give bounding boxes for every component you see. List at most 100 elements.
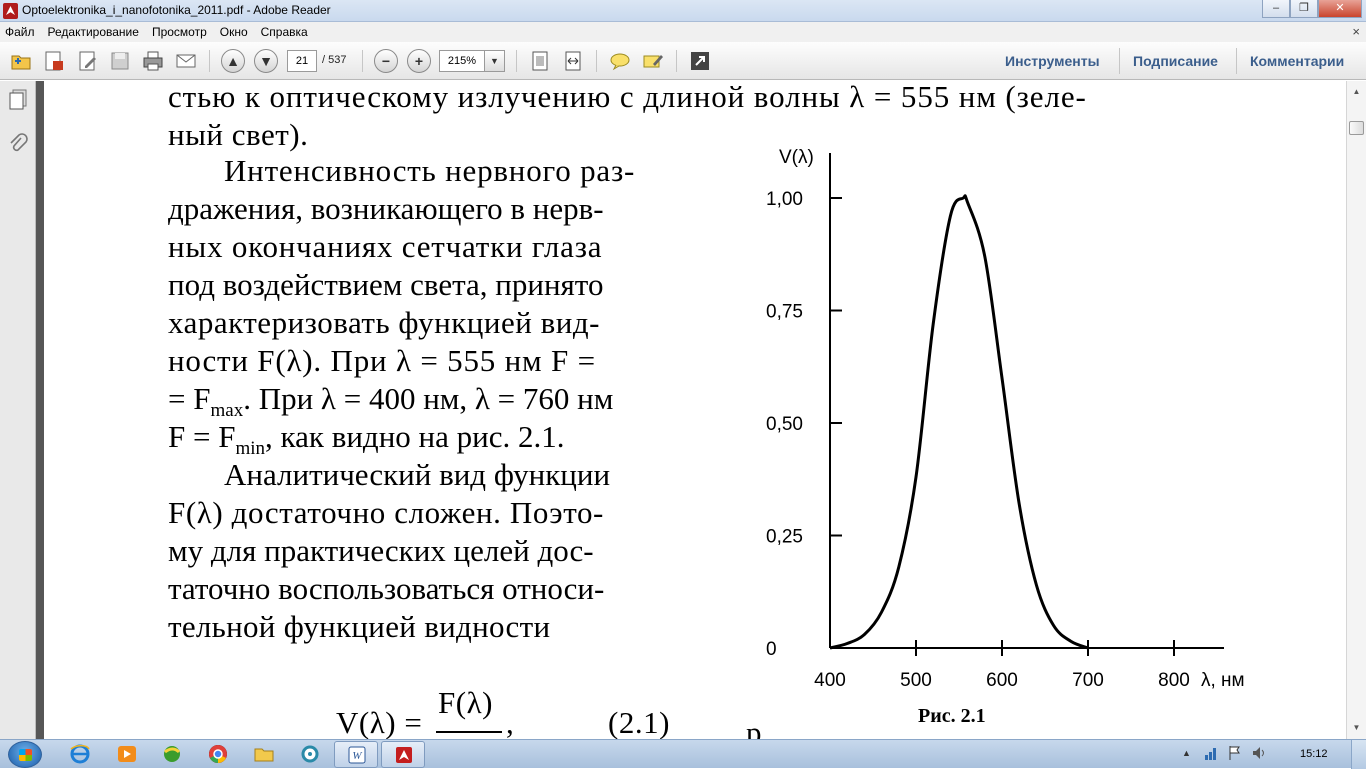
page-total: / 537 <box>322 54 347 66</box>
clock[interactable]: 15:12 <box>1300 748 1328 760</box>
pages-thumbnail-icon[interactable] <box>8 89 28 111</box>
x-tick-label: 800 <box>1158 670 1190 691</box>
show-hidden-icons-icon[interactable]: ▲ <box>1182 748 1196 764</box>
text-line: ных окончаниях сетчатки глаза <box>168 229 603 264</box>
y-tick-label: 0,50 <box>766 414 803 435</box>
volume-icon[interactable] <box>1252 745 1266 761</box>
scrollbar-thumb[interactable] <box>1349 121 1364 135</box>
scroll-up-icon[interactable]: ▲ <box>1347 83 1366 101</box>
page-frame-border <box>36 81 44 739</box>
toolbar-separator <box>209 50 210 72</box>
window-title: Optoelektronika_i_nanofotonika_2011.pdf … <box>22 3 331 17</box>
formula-comma: , <box>506 705 515 739</box>
text-line: F(λ) достаточно сложен. Поэто- <box>168 495 604 530</box>
show-desktop-button[interactable] <box>1351 740 1366 769</box>
text-line: = Fmax. При λ = 400 нм, λ = 760 нм <box>168 381 614 422</box>
minimize-button[interactable]: – <box>1262 0 1290 18</box>
formula-number: (2.1) <box>608 705 670 739</box>
y-tick-label: 0,75 <box>766 302 803 323</box>
x-tick-label: 700 <box>1072 670 1104 691</box>
action-center-flag-icon[interactable] <box>1228 745 1242 761</box>
word-task-button[interactable]: W <box>334 741 378 768</box>
attachments-icon[interactable] <box>8 133 28 155</box>
text-fragment: р <box>746 715 762 739</box>
email-icon[interactable] <box>174 49 198 73</box>
adobe-reader-task-button[interactable] <box>381 741 425 768</box>
zoom-dropdown-icon[interactable]: ▼ <box>485 50 505 72</box>
toolbar-separator <box>1236 48 1237 74</box>
navigation-panel <box>0 81 36 739</box>
tools-link[interactable]: Инструменты <box>1005 53 1100 69</box>
fit-page-icon[interactable] <box>528 49 552 73</box>
comment-icon[interactable] <box>608 49 632 73</box>
vertical-scrollbar[interactable]: ▲ ▼ <box>1346 81 1366 739</box>
toolbar-separator <box>596 50 597 72</box>
figure-caption: Рис. 2.1 <box>918 705 986 727</box>
menu-view[interactable]: Просмотр <box>152 25 207 39</box>
media-player-icon[interactable] <box>116 743 138 765</box>
x-tick-label: 600 <box>986 670 1018 691</box>
taskbar: W ▲ 15:12 <box>0 739 1366 769</box>
close-button[interactable]: ✕ <box>1318 0 1362 18</box>
formula-numerator: F(λ) <box>438 685 493 720</box>
toolbar-separator <box>362 50 363 72</box>
chrome-icon[interactable] <box>207 743 229 765</box>
internet-explorer-icon[interactable] <box>69 743 91 765</box>
window-title-bar: Optoelektronika_i_nanofotonika_2011.pdf … <box>0 0 1366 22</box>
text-line: Интенсивность нервного раз- <box>224 153 636 188</box>
y-tick-label: 0 <box>766 639 777 660</box>
start-button[interactable] <box>8 741 42 768</box>
scroll-down-icon[interactable]: ▼ <box>1347 719 1366 737</box>
x-tick-label: 500 <box>900 670 932 691</box>
app-icon[interactable] <box>299 743 321 765</box>
previous-page-icon[interactable]: ▲ <box>221 49 245 73</box>
text-line: му для практических целей дос- <box>168 533 594 568</box>
full-screen-icon[interactable] <box>688 49 712 73</box>
sign-link[interactable]: Подписание <box>1133 53 1218 69</box>
zoom-out-icon[interactable]: − <box>374 49 398 73</box>
text-line: F = Fmin, как видно на рис. 2.1. <box>168 419 565 460</box>
x-axis-label: λ, нм <box>1201 670 1244 691</box>
x-tick-label: 400 <box>814 670 846 691</box>
menu-bar: Файл Редактирование Просмотр Окно Справк… <box>0 22 1366 42</box>
svg-text:W: W <box>352 750 362 762</box>
text-line: таточно воспользоваться относи- <box>168 571 605 606</box>
document-page: стью к оптическому излучению с длиной во… <box>44 81 1346 739</box>
menu-edit[interactable]: Редактирование <box>48 25 139 39</box>
text-line: ности F(λ). При λ = 555 нм F = <box>168 343 596 378</box>
menu-help[interactable]: Справка <box>261 25 308 39</box>
network-icon[interactable] <box>1204 745 1218 761</box>
y-axis-label: V(λ) <box>779 147 814 168</box>
document-close-icon[interactable]: × <box>1352 24 1360 39</box>
menu-window[interactable]: Окно <box>220 25 248 39</box>
y-tick-label: 1,00 <box>766 189 803 210</box>
menu-file[interactable]: Файл <box>5 25 35 39</box>
series-line <box>829 194 1089 650</box>
comments-link[interactable]: Комментарии <box>1250 53 1344 69</box>
formula-lhs: V(λ) = <box>336 705 423 739</box>
toolbar-separator <box>676 50 677 72</box>
edit-pdf-icon[interactable] <box>76 49 100 73</box>
zoom-in-icon[interactable]: + <box>407 49 431 73</box>
fit-width-icon[interactable] <box>561 49 585 73</box>
open-file-icon[interactable] <box>9 49 33 73</box>
maximize-button[interactable]: ❐ <box>1290 0 1318 18</box>
toolbar-separator <box>1119 48 1120 74</box>
highlight-icon[interactable] <box>641 49 665 73</box>
zoom-level-input[interactable]: 215% <box>439 50 485 72</box>
toolbar: ▲ ▼ 21 / 537 − + 215% ▼ Инструменты Подп… <box>0 42 1366 80</box>
text-line: стью к оптическому излучению с длиной во… <box>168 81 1087 114</box>
file-explorer-icon[interactable] <box>253 743 275 765</box>
text-line: характеризовать функцией вид- <box>168 305 600 340</box>
adobe-reader-app-icon <box>3 3 18 19</box>
visibility-chart: 0 0,25 0,50 0,75 1,00 400 500 600 700 800 V(λ) λ, н… <box>766 147 1244 691</box>
media-center-icon[interactable] <box>161 743 183 765</box>
text-line: ный свет). <box>168 117 309 152</box>
next-page-icon[interactable]: ▼ <box>254 49 278 73</box>
save-icon[interactable] <box>108 49 132 73</box>
create-pdf-icon[interactable] <box>42 49 66 73</box>
text-line: Аналитический вид функции <box>224 457 611 492</box>
print-icon[interactable] <box>141 49 165 73</box>
y-tick-label: 0,25 <box>766 527 803 548</box>
page-number-input[interactable]: 21 <box>287 50 317 72</box>
